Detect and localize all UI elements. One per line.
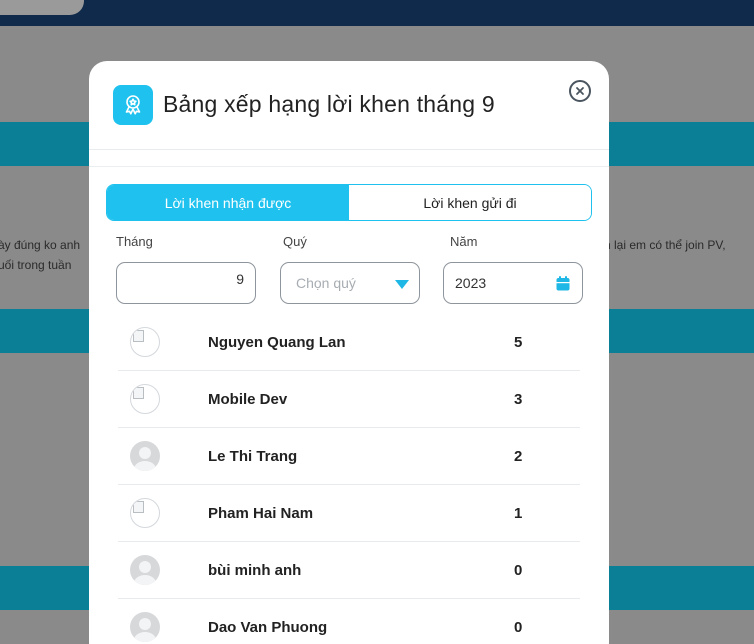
close-icon: [576, 87, 584, 95]
user-icon: [134, 618, 156, 642]
list-item[interactable]: Mobile Dev 3: [118, 371, 580, 428]
user-icon: [134, 447, 156, 471]
compliment-count: 0: [514, 619, 523, 636]
list-item[interactable]: Nguyen Quang Lan 5: [118, 314, 580, 371]
close-button[interactable]: [569, 80, 591, 102]
compliment-count: 3: [514, 391, 523, 408]
divider: [89, 166, 609, 167]
background-text: n lại em có thể join PV,: [604, 238, 726, 252]
user-icon: [134, 561, 156, 585]
tab-sent[interactable]: Lời khen gửi đi: [349, 185, 591, 220]
user-name: Pham Hai Nam: [208, 505, 314, 522]
compliment-count: 0: [514, 562, 523, 579]
calendar-icon[interactable]: [556, 276, 570, 291]
award-badge-icon: [113, 85, 153, 125]
user-name: Le Thi Trang: [208, 448, 298, 465]
compliment-count: 5: [514, 334, 523, 351]
avatar: [130, 327, 160, 357]
avatar: [130, 612, 160, 642]
background-text: ày đúng ko anh: [0, 238, 81, 252]
ranking-list: Nguyen Quang Lan 5 Mobile Dev 3 Le Thi T…: [118, 314, 580, 644]
list-item[interactable]: bùi minh anh 0: [118, 542, 580, 599]
month-input[interactable]: 9: [116, 262, 256, 304]
avatar: [130, 384, 160, 414]
year-label: Năm: [450, 234, 478, 249]
list-item[interactable]: Pham Hai Nam 1: [118, 485, 580, 542]
modal-header: Bảng xếp hạng lời khen tháng 9: [89, 61, 609, 150]
list-item[interactable]: Dao Van Phuong 0: [118, 599, 580, 644]
user-name: Dao Van Phuong: [208, 619, 328, 636]
compliment-count: 1: [514, 505, 523, 522]
month-label: Tháng: [116, 234, 153, 249]
background-text: uối trong tuần: [0, 258, 72, 272]
avatar: [130, 498, 160, 528]
user-name: Nguyen Quang Lan: [208, 334, 346, 351]
compliment-count: 2: [514, 448, 523, 465]
year-value: 2023: [455, 275, 487, 291]
list-item[interactable]: Le Thi Trang 2: [118, 428, 580, 485]
tab-received[interactable]: Lời khen nhận được: [107, 185, 349, 220]
quarter-select[interactable]: Chọn quý: [280, 262, 420, 304]
user-name: Mobile Dev: [208, 391, 288, 408]
user-name: bùi minh anh: [208, 562, 302, 579]
ranking-modal: Bảng xếp hạng lời khen tháng 9 Lời khen …: [89, 61, 609, 644]
month-value: 9: [236, 271, 244, 287]
quarter-placeholder: Chọn quý: [296, 275, 356, 291]
chevron-down-icon: [395, 280, 409, 289]
tab-group: Lời khen nhận được Lời khen gửi đi: [106, 184, 592, 221]
quarter-label: Quý: [283, 234, 307, 249]
year-picker[interactable]: 2023: [443, 262, 583, 304]
background-topbar: [0, 0, 754, 26]
background-pill: [0, 0, 84, 15]
avatar: [130, 555, 160, 585]
modal-title: Bảng xếp hạng lời khen tháng 9: [163, 91, 495, 117]
avatar: [130, 441, 160, 471]
